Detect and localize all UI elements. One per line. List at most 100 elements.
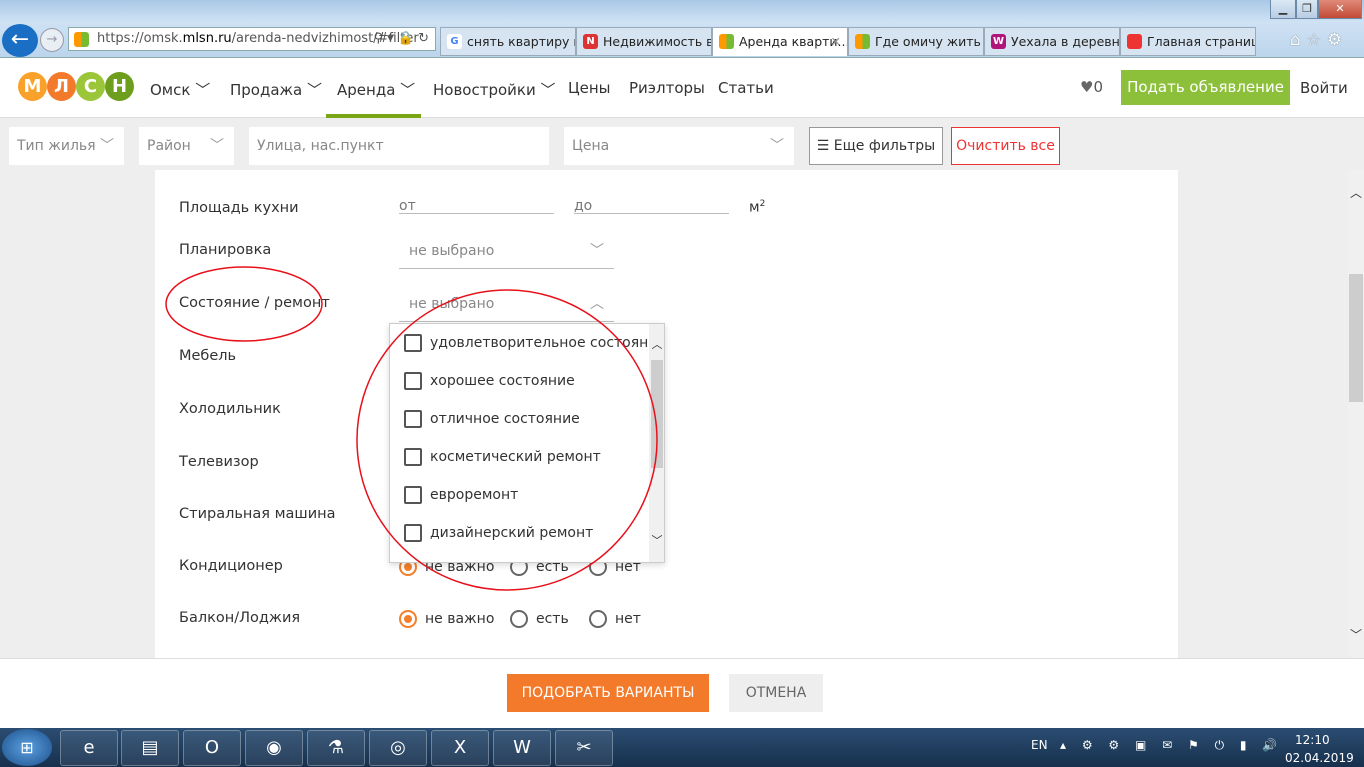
- cancel-button[interactable]: ОТМЕНА: [729, 674, 823, 712]
- logo-letter[interactable]: Н: [105, 72, 134, 101]
- close-window-button[interactable]: ✕: [1318, 0, 1362, 19]
- clear-all-button[interactable]: Очистить все: [951, 127, 1060, 165]
- tab-label: снять квартиру в ...: [467, 34, 575, 49]
- from-placeholder: от: [399, 198, 416, 214]
- kitchen-to-input[interactable]: до: [574, 198, 729, 214]
- tab-gde-omichu[interactable]: Где омичу жить х...: [848, 27, 984, 56]
- scroll-thumb[interactable]: [651, 360, 663, 468]
- logo-letter[interactable]: С: [76, 72, 105, 101]
- option-designer[interactable]: дизайнерский ремонт: [404, 524, 593, 542]
- checkbox[interactable]: [404, 410, 422, 428]
- condition-label: Состояние / ремонт: [179, 295, 330, 311]
- nav-arenda[interactable]: Аренда ﹀: [337, 79, 415, 100]
- maximize-button[interactable]: ❐: [1296, 0, 1318, 19]
- tab-glavnaya[interactable]: Главная страница...: [1120, 27, 1256, 56]
- url-domain: mlsn.ru: [182, 31, 232, 46]
- tab-label: Уехала в деревню...: [1011, 34, 1120, 49]
- nav-ceny[interactable]: Цены: [568, 79, 611, 97]
- layout-label: Планировка: [179, 242, 272, 258]
- condition-select[interactable]: не выбрано ︿: [399, 286, 614, 322]
- language-indicator[interactable]: EN: [1031, 738, 1048, 752]
- scroll-down-icon[interactable]: ﹀: [649, 532, 664, 548]
- url-prefix: https://omsk.: [97, 31, 183, 46]
- site-favicon-icon: [74, 32, 89, 47]
- option-cosmetic[interactable]: косметический ремонт: [404, 448, 601, 466]
- to-placeholder: до: [574, 198, 593, 214]
- logo-letter[interactable]: Л: [47, 72, 76, 101]
- checkbox[interactable]: [404, 448, 422, 466]
- scroll-up-icon[interactable]: ︿: [1348, 184, 1364, 201]
- post-ad-button[interactable]: Подать объявление: [1121, 70, 1290, 105]
- scroll-thumb[interactable]: [1349, 274, 1363, 402]
- radio-button[interactable]: [399, 610, 417, 628]
- submit-button[interactable]: ПОДОБРАТЬ ВАРИАНТЫ: [507, 674, 709, 712]
- app2-taskbar-icon[interactable]: ⚗: [307, 730, 365, 766]
- explorer-taskbar-icon[interactable]: ▤: [121, 730, 179, 766]
- row-label-balcony: Балкон/Лоджия: [179, 610, 301, 626]
- address-bar[interactable]: https://omsk.mlsn.ru/arenda-nedvizhimost…: [68, 27, 436, 51]
- site-icon: [1127, 34, 1142, 49]
- home-star-gear-icons[interactable]: ⌂ ☆ ⚙: [1290, 30, 1342, 50]
- checkbox[interactable]: [404, 334, 422, 352]
- tab-uehala[interactable]: W Уехала в деревню...: [984, 27, 1120, 56]
- radio-label: не важно: [425, 611, 495, 627]
- start-button[interactable]: ⊞: [2, 729, 52, 766]
- word-taskbar-icon[interactable]: W: [493, 730, 551, 766]
- scroll-down-icon[interactable]: ﹀: [1348, 626, 1364, 643]
- nav-rieltory[interactable]: Риэлторы: [629, 79, 705, 97]
- tab-arenda[interactable]: Аренда кварти... ✕: [712, 27, 848, 56]
- tab-google[interactable]: Gснять квартиру в ...: [440, 27, 576, 56]
- kitchen-from-input[interactable]: от: [399, 198, 554, 214]
- mlsn-icon: [719, 34, 734, 49]
- ie-taskbar-icon[interactable]: e: [60, 730, 118, 766]
- price-select[interactable]: Цена ﹀: [564, 127, 794, 165]
- back-button[interactable]: ←: [2, 24, 38, 57]
- mlsn-icon: [855, 34, 870, 49]
- login-link[interactable]: Войти: [1300, 79, 1348, 97]
- chevron-down-icon: ﹀: [100, 138, 114, 154]
- favorites-button[interactable]: ♥0: [1080, 78, 1103, 96]
- nav-prodazha[interactable]: Продажа ﹀: [230, 79, 322, 100]
- option-label: евроремонт: [430, 487, 519, 503]
- tray-icons[interactable]: ▴ ⚙ ⚙ ▣ ✉ ⚑ ⏻ ▮ 🔊: [1060, 738, 1283, 753]
- snipping-taskbar-icon[interactable]: ✂: [555, 730, 613, 766]
- layout-select[interactable]: не выбрано ﹀: [399, 233, 614, 269]
- radio-button[interactable]: [510, 610, 528, 628]
- option-excellent[interactable]: отличное состояние: [404, 410, 580, 428]
- more-filters-button[interactable]: ☰ Еще фильтры: [809, 127, 943, 165]
- street-input[interactable]: Улица, нас.пункт: [249, 127, 549, 165]
- nav-stati[interactable]: Статьи: [718, 79, 774, 97]
- option-label: удовлетворительное состояние: [430, 335, 665, 351]
- option-good[interactable]: хорошее состояние: [404, 372, 575, 390]
- clock-date[interactable]: 02.04.2019: [1285, 751, 1354, 765]
- app-taskbar-icon[interactable]: ◉: [245, 730, 303, 766]
- row-label-fridge: Холодильник: [179, 401, 281, 417]
- outlook-taskbar-icon[interactable]: O: [183, 730, 241, 766]
- tab-n1[interactable]: N Недвижимость в ...: [576, 27, 712, 56]
- option-satisfactory[interactable]: удовлетворительное состояние: [404, 334, 665, 352]
- chevron-up-icon: ︿: [590, 296, 604, 312]
- option-euro[interactable]: евроремонт: [404, 486, 518, 504]
- minimize-button[interactable]: ▁: [1270, 0, 1296, 19]
- filter-panel: [155, 170, 1178, 658]
- district-select[interactable]: Район ﹀: [139, 127, 234, 165]
- clock-time[interactable]: 12:10: [1295, 733, 1330, 747]
- radio-label: есть: [536, 611, 569, 627]
- excel-taskbar-icon[interactable]: X: [431, 730, 489, 766]
- checkbox[interactable]: [404, 372, 422, 390]
- page-scrollbar[interactable]: ︿ ﹀: [1348, 170, 1364, 658]
- nav-novostroyki[interactable]: Новостройки ﹀: [433, 79, 556, 100]
- search-lock-refresh-icon[interactable]: ⚲ ▾ 🔒 ↻: [373, 28, 429, 50]
- forward-button[interactable]: →: [40, 28, 64, 52]
- chrome-taskbar-icon[interactable]: ◎: [369, 730, 427, 766]
- dropdown-scrollbar[interactable]: ︿ ﹀: [649, 324, 664, 562]
- checkbox[interactable]: [404, 524, 422, 542]
- radio-button[interactable]: [589, 610, 607, 628]
- nav-omsk[interactable]: Омск ﹀: [150, 79, 210, 100]
- checkbox[interactable]: [404, 486, 422, 504]
- logo-letter[interactable]: М: [18, 72, 47, 101]
- close-tab-icon[interactable]: ✕: [831, 28, 841, 55]
- type-select[interactable]: Тип жилья ﹀: [9, 127, 124, 165]
- scroll-up-icon[interactable]: ︿: [649, 336, 664, 352]
- chevron-down-icon: ﹀: [400, 81, 416, 99]
